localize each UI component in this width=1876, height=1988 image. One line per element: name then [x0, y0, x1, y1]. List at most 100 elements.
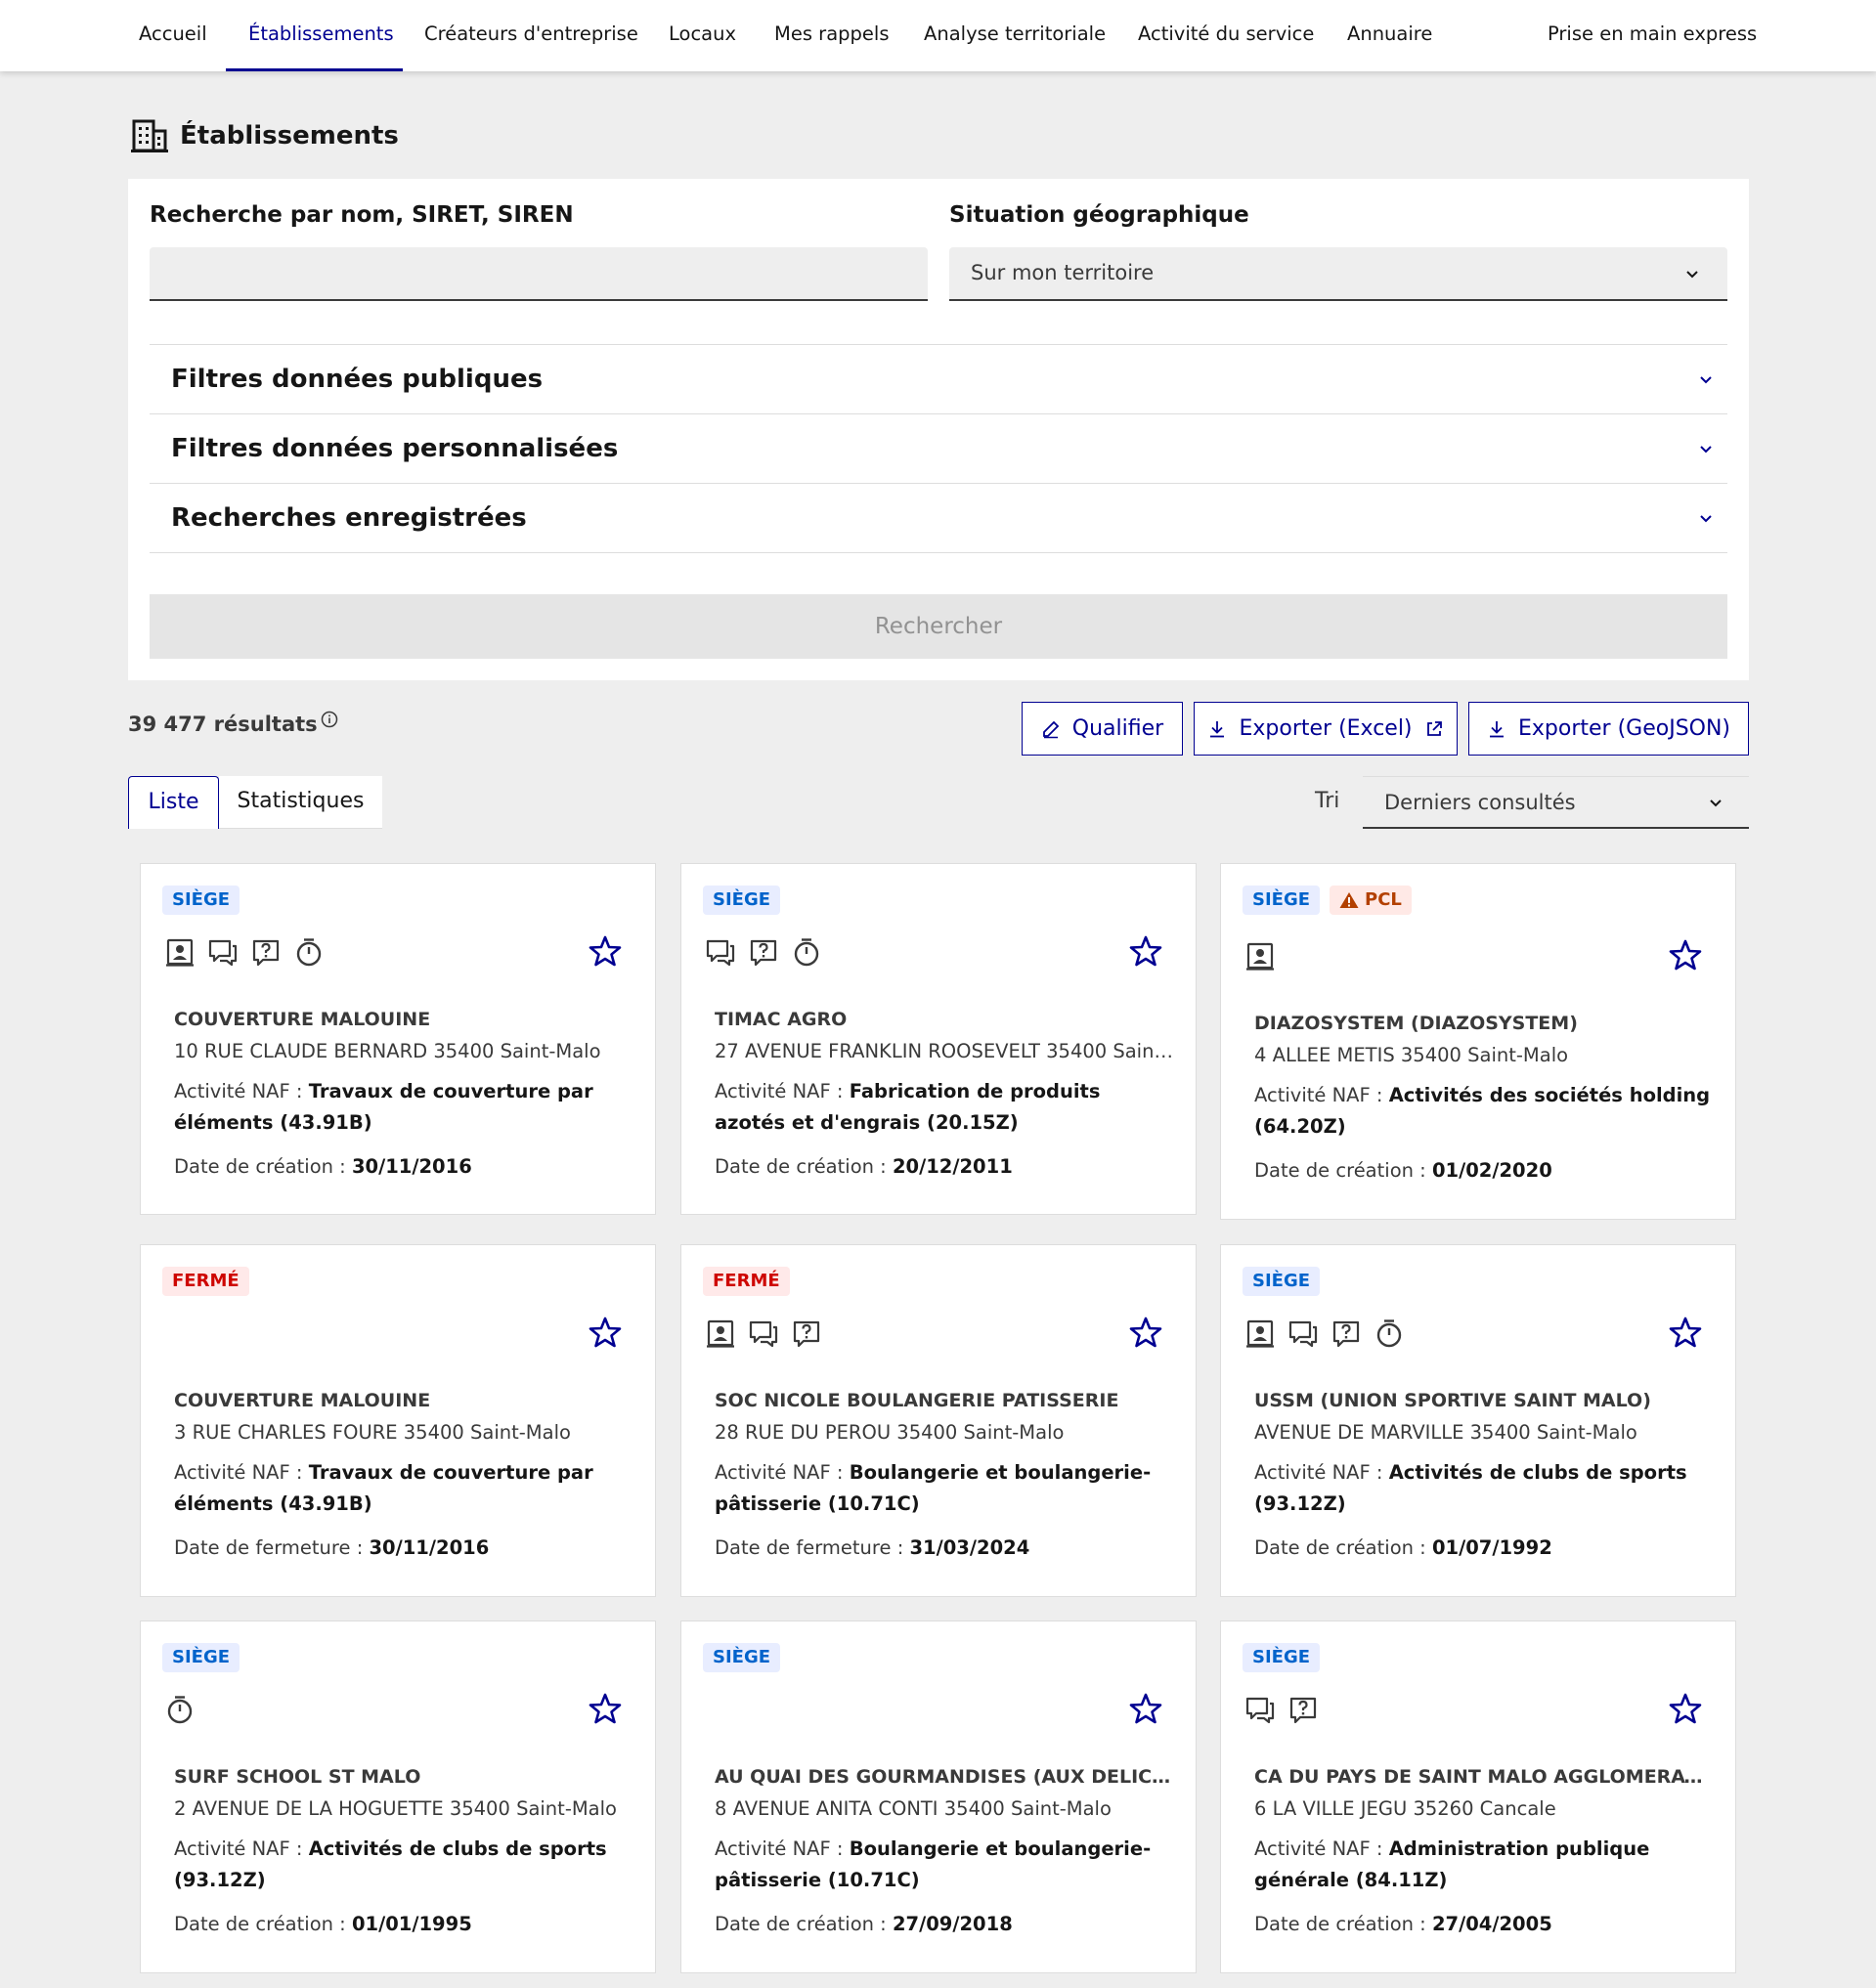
favorite-star-icon[interactable] [1129, 1316, 1162, 1349]
tab-liste[interactable]: Liste [128, 776, 219, 829]
favorite-star-icon[interactable] [1669, 938, 1702, 972]
establishment-date: Date de fermeture : 31/03/2024 [715, 1536, 1029, 1559]
status-badges: SIÈGE PCL [1243, 886, 1412, 915]
nav-item-createurs[interactable]: Créateurs d'entreprise [424, 0, 638, 71]
establishment-card[interactable]: SIÈGE AU QUAI DES GOURMANDISES (AUX DELIC… [680, 1621, 1197, 1973]
accordion-label: Filtres données personnalisées [171, 434, 619, 463]
badge-label: FERMÉ [713, 1271, 780, 1291]
nav-active-indicator [226, 68, 403, 71]
badge-label: FERMÉ [172, 1271, 240, 1291]
card-indicator-icons [1244, 1318, 1405, 1349]
establishment-name[interactable]: SURF SCHOOL ST MALO [174, 1766, 420, 1788]
establishment-name[interactable]: CA DU PAYS DE SAINT MALO AGGLOMERATION [1254, 1766, 1714, 1788]
results-count-text: 39 477 résultats [128, 713, 318, 736]
nav-item-locaux[interactable]: Locaux [669, 0, 736, 71]
status-badges: SIÈGE [703, 1643, 781, 1672]
establishment-card[interactable]: SIÈGE PCL DIAZOSYSTEM (DIAZOSYSTEM) 4 ALLEE… [1220, 863, 1736, 1220]
qualify-button[interactable]: Qualifier [1022, 702, 1183, 756]
tab-statistiques[interactable]: Statistiques [219, 776, 382, 829]
badge-label: SIÈGE [1252, 1647, 1311, 1667]
sort-label: Tri [1315, 789, 1340, 813]
favorite-star-icon[interactable] [589, 934, 622, 968]
establishment-name[interactable]: COUVERTURE MALOUINE [174, 1390, 430, 1411]
comments-icon [706, 939, 735, 967]
search-button[interactable]: Rechercher [150, 594, 1727, 659]
favorite-star-icon[interactable] [1669, 1316, 1702, 1349]
status-badges: SIÈGE [1243, 1643, 1321, 1672]
establishment-card[interactable]: SIÈGE USSM (UNION SPORTIVE SAINT MALO) AVE… [1220, 1244, 1736, 1597]
establishment-name[interactable]: AU QUAI DES GOURMANDISES (AUX DELICES DU… [715, 1766, 1174, 1788]
chevron-down-icon [1686, 271, 1698, 279]
date-label: Date de création : [1254, 1913, 1426, 1935]
badge-label: SIÈGE [172, 889, 231, 910]
contact-icon [1246, 942, 1274, 971]
establishment-address: 10 RUE CLAUDE BERNARD 35400 Saint-Malo [174, 1040, 601, 1062]
chevron-down-icon [1700, 376, 1712, 384]
establishment-address: 2 AVENUE DE LA HOGUETTE 35400 Saint-Malo [174, 1797, 617, 1820]
date-value: 27/09/2018 [892, 1913, 1013, 1935]
timer-icon [794, 938, 819, 967]
export-excel-button[interactable]: Exporter (Excel) [1194, 702, 1458, 756]
sort-select[interactable]: Derniers consultés [1363, 776, 1749, 829]
establishment-date: Date de création : 20/12/2011 [715, 1155, 1013, 1178]
establishment-date: Date de création : 27/09/2018 [715, 1913, 1013, 1935]
naf-label: Activité NAF : [1254, 1461, 1383, 1484]
pcl-badge: PCL [1330, 886, 1412, 915]
nav-item-analyse[interactable]: Analyse territoriale [924, 0, 1106, 71]
establishment-name[interactable]: COUVERTURE MALOUINE [174, 1009, 430, 1030]
favorite-star-icon[interactable] [1129, 1692, 1162, 1725]
status-badges: SIÈGE [162, 1643, 240, 1672]
accordion-recherches-enregistrees[interactable]: Recherches enregistrées [150, 483, 1727, 552]
name-search-input[interactable] [150, 247, 928, 301]
siege-badge: SIÈGE [703, 886, 781, 915]
naf-activity: Activité NAF : Travaux de couverture par… [174, 1457, 633, 1520]
comments-icon [1245, 1697, 1275, 1724]
establishment-address: 27 AVENUE FRANKLIN ROOSEVELT 35400 Saint… [715, 1040, 1174, 1062]
establishment-card[interactable]: FERMÉ COUVERTURE MALOUINE 3 RUE CHARLES FO… [140, 1244, 656, 1597]
favorite-star-icon[interactable] [1669, 1692, 1702, 1725]
date-value: 01/07/1992 [1431, 1536, 1552, 1559]
establishment-card[interactable]: SIÈGE TIMAC AGRO 27 AVENUE FRANKLIN ROOSEV… [680, 863, 1197, 1215]
naf-activity: Activité NAF : Boulangerie et boulangeri… [715, 1834, 1174, 1896]
establishment-name[interactable]: SOC NICOLE BOULANGERIE PATISSERIE [715, 1390, 1118, 1411]
nav-item-rappels[interactable]: Mes rappels [774, 0, 889, 71]
badge-label: SIÈGE [1252, 889, 1311, 910]
favorite-star-icon[interactable] [589, 1316, 622, 1349]
accordion-filtres-publiques[interactable]: Filtres données publiques [150, 344, 1727, 413]
export-excel-label: Exporter (Excel) [1239, 716, 1413, 741]
question-icon [252, 939, 280, 967]
chevron-down-icon [1710, 800, 1722, 807]
date-value: 27/04/2005 [1431, 1913, 1552, 1935]
nav-item-etablissements[interactable]: Établissements [248, 0, 394, 71]
establishment-name[interactable]: TIMAC AGRO [715, 1009, 847, 1030]
card-indicator-icons [164, 1694, 196, 1725]
establishment-name[interactable]: DIAZOSYSTEM (DIAZOSYSTEM) [1254, 1013, 1578, 1034]
nav-item-annuaire[interactable]: Annuaire [1347, 0, 1432, 71]
nav-link-prise-en-main[interactable]: Prise en main express [1548, 0, 1757, 71]
card-indicator-icons [164, 936, 325, 968]
establishment-card[interactable]: SIÈGE COUVERTURE MALOUINE 10 RUE CLAUDE BE… [140, 863, 656, 1215]
date-value: 01/01/1995 [351, 1913, 472, 1935]
date-value: 30/11/2016 [351, 1155, 472, 1178]
favorite-star-icon[interactable] [589, 1692, 622, 1725]
info-icon[interactable] [321, 711, 338, 728]
card-indicator-icons [705, 936, 822, 968]
siege-badge: SIÈGE [162, 1643, 240, 1672]
geo-select[interactable]: Sur mon territoire [949, 247, 1727, 301]
date-value: 30/11/2016 [369, 1536, 490, 1559]
accordion-filtres-personnalisees[interactable]: Filtres données personnalisées [150, 413, 1727, 483]
establishment-card[interactable]: FERMÉ SOC NICOLE BOULANGERIE PATISSERIE 28… [680, 1244, 1197, 1597]
ferme-badge: FERMÉ [162, 1267, 249, 1296]
nav-item-accueil[interactable]: Accueil [139, 0, 207, 71]
establishment-name[interactable]: USSM (UNION SPORTIVE SAINT MALO) [1254, 1390, 1651, 1411]
favorite-star-icon[interactable] [1129, 934, 1162, 968]
naf-activity: Activité NAF : Boulangerie et boulangeri… [715, 1457, 1174, 1520]
badge-label: SIÈGE [1252, 1271, 1311, 1291]
establishment-card[interactable]: SIÈGE SURF SCHOOL ST MALO 2 AVENUE DE LA H… [140, 1621, 656, 1973]
naf-activity: Activité NAF : Fabrication de produits a… [715, 1076, 1174, 1139]
date-label: Date de fermeture : [715, 1536, 904, 1559]
card-indicator-icons [1244, 1694, 1319, 1725]
nav-item-activite[interactable]: Activité du service [1138, 0, 1314, 71]
establishment-card[interactable]: SIÈGE CA DU PAYS DE SAINT MALO AGGLOMERAT… [1220, 1621, 1736, 1973]
export-geojson-button[interactable]: Exporter (GeoJSON) [1468, 702, 1749, 756]
